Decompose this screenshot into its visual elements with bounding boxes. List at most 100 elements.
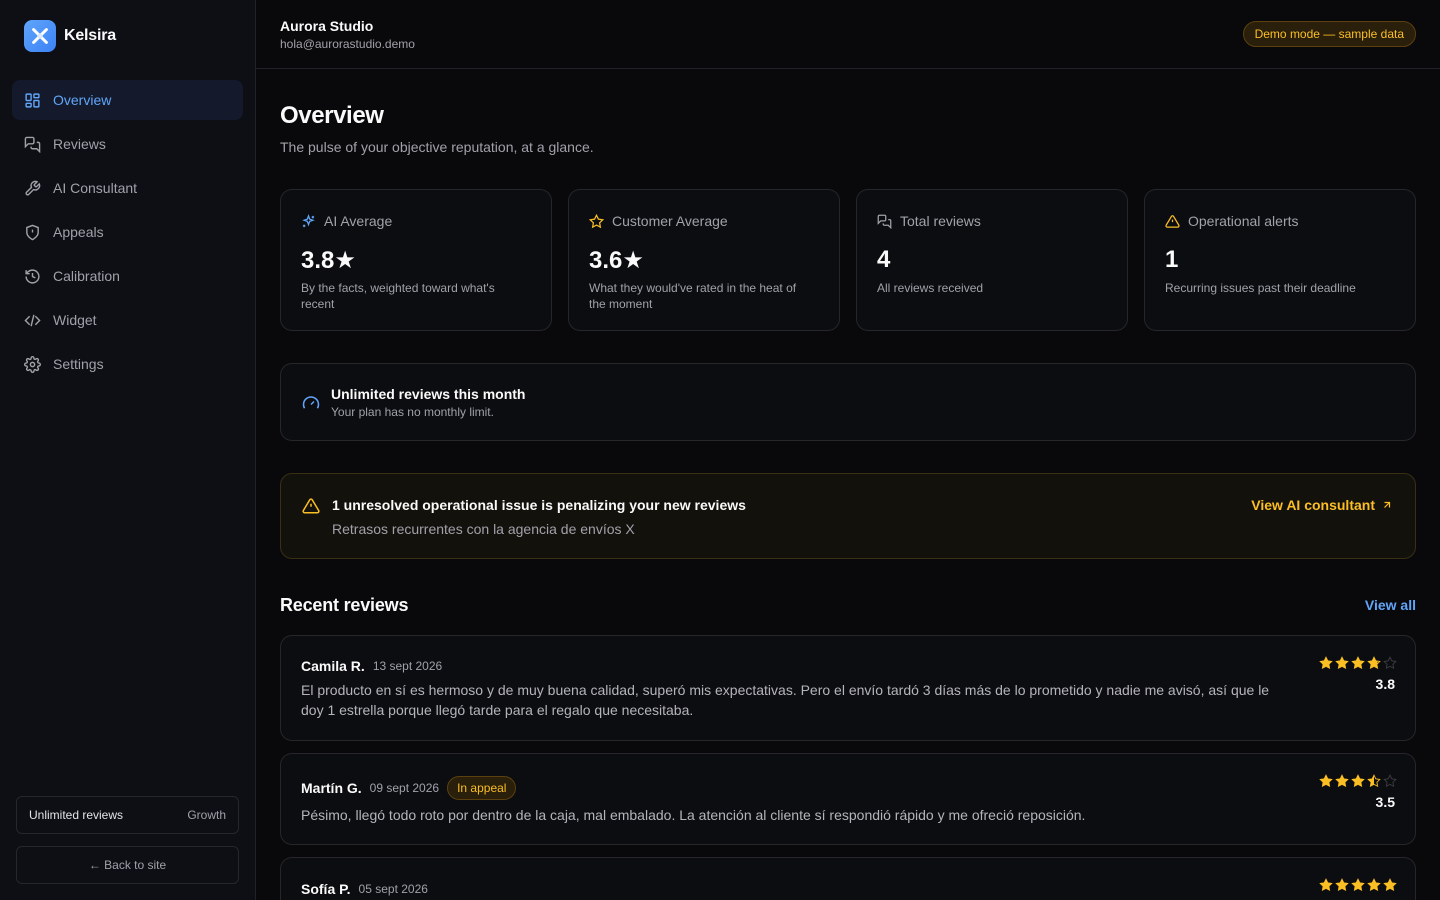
sidebar-item-label: Appeals [53,224,104,240]
review-date: 05 sept 2026 [358,882,428,896]
warning-icon [302,498,320,514]
brand[interactable]: Kelsira [24,20,116,52]
star-icon [1319,656,1333,670]
org-name: Aurora Studio [280,18,374,34]
star-icon [1351,878,1365,892]
stat-value: 4 [877,246,891,273]
stat-label: Total reviews [900,213,981,229]
review-card[interactable]: Sofía P. 05 sept 2026 [280,857,1416,900]
wrench-icon [25,180,41,196]
review-author: Sofía P. [301,881,351,897]
stat-description: By the facts, weighted toward what's rec… [301,281,495,311]
code-icon [24,314,41,326]
star-icon [1367,656,1381,670]
plan-tier: Growth [187,808,226,822]
review-text: El producto en sí es hermoso y de muy bu… [301,682,1270,718]
sidebar-item-calibration[interactable]: Calibration [12,256,243,296]
review-author: Martín G. [301,780,362,796]
top-header: Aurora Studio hola@aurorastudio.demo Dem… [256,0,1440,69]
stat-card-total-reviews: Total reviews 4 All reviews received [856,189,1128,331]
alert-link-label: View AI consultant [1251,497,1375,513]
review-card[interactable]: Martín G. 09 sept 2026 In appeal Pésimo,… [280,753,1416,845]
logo-icon [24,20,56,52]
stat-description: All reviews received [877,281,984,295]
page-subtitle: The pulse of your objective reputation, … [280,139,594,155]
arrow-up-right-icon [1384,501,1391,508]
gauge-icon [302,396,320,409]
review-card[interactable]: Camila R. 13 sept 2026 El producto en sí… [280,635,1416,741]
alert-detail: Retrasos recurrentes con la agencia de e… [332,521,635,537]
grid-icon [25,92,40,108]
plan-card-title: Unlimited reviews this month [331,386,526,402]
stat-label: AI Average [324,213,393,229]
sidebar-item-overview[interactable]: Overview [12,80,243,120]
review-stars [1319,656,1397,670]
plan-label: Unlimited reviews [29,808,124,822]
recent-reviews-title: Recent reviews [280,595,409,615]
history-icon [25,268,40,284]
sidebar-item-settings[interactable]: Settings [12,344,243,384]
stat-label: Customer Average [612,213,728,229]
sidebar-item-label: Widget [53,312,97,328]
review-score: 3.8 [1375,676,1395,692]
sidebar-item-label: Settings [53,356,104,372]
star-outline-icon [589,213,604,228]
star-icon [1383,774,1397,788]
sidebar-item-label: Reviews [53,136,106,152]
star-icon [1351,656,1365,670]
shield-icon [26,224,39,240]
alert-title: 1 unresolved operational issue is penali… [332,497,746,513]
stat-description: What they would've rated in the heat of … [589,281,797,311]
stat-value: 1 [1165,246,1179,273]
stat-card-ai-average: AI Average 3.8★ By the facts, weighted t… [280,189,552,331]
review-text: Pésimo, llegó todo roto por dentro de la… [301,807,1086,823]
operational-alert-banner: 1 unresolved operational issue is penali… [280,473,1416,559]
sidebar-item-appeals[interactable]: Appeals [12,212,243,252]
sidebar-nav: Overview Reviews AI Consultant Appeals C… [12,80,243,388]
stat-description: Recurring issues past their deadline [1165,281,1356,295]
gear-icon [24,355,41,373]
back-to-site-button[interactable]: ← Back to site [16,846,239,884]
star-icon [1383,656,1397,670]
star-icon [1319,878,1333,892]
plan-card-subtitle: Your plan has no monthly limit. [331,405,494,419]
messages-icon [877,214,892,229]
usage-plan-card: Unlimited reviews this month Your plan h… [280,363,1416,441]
demo-mode-badge: Demo mode — sample data [1242,21,1416,47]
page-title: Overview [280,102,384,129]
stat-value: 3.6★ [589,247,644,274]
view-ai-consultant-link[interactable]: View AI consultant [1251,497,1393,513]
org-email: hola@aurorastudio.demo [280,37,415,51]
stat-value: 3.8★ [301,247,356,274]
stat-card-operational-alerts: Operational alerts 1 Recurring issues pa… [1144,189,1416,331]
sidebar-item-ai-consultant[interactable]: AI Consultant [12,168,243,208]
review-date: 09 sept 2026 [369,781,440,795]
review-stars [1319,878,1397,892]
view-all-link[interactable]: View all [1365,597,1416,613]
review-stars [1319,774,1397,788]
star-icon [1367,774,1381,788]
sidebar-item-label: Calibration [53,268,120,284]
stat-label: Operational alerts [1188,213,1299,229]
messages-icon [24,136,41,153]
sidebar-item-label: Overview [53,92,112,108]
star-icon [1367,878,1381,892]
sidebar-item-widget[interactable]: Widget [12,300,243,340]
star-icon [1335,774,1349,788]
sidebar-item-reviews[interactable]: Reviews [12,124,243,164]
star-icon [1319,774,1333,788]
warning-icon [1165,214,1180,228]
plan-summary: Unlimited reviews Growth [16,796,239,834]
status-badge: In appeal [447,776,517,800]
star-icon [1335,656,1349,670]
star-icon [1351,774,1365,788]
review-author: Camila R. [301,658,365,674]
stat-card-customer-average: Customer Average 3.6★ What they would've… [568,189,840,331]
review-score: 3.5 [1375,794,1395,810]
star-icon [1383,878,1397,892]
star-icon [1335,878,1349,892]
sparkles-icon [302,213,315,227]
sidebar-item-label: AI Consultant [53,180,138,196]
sidebar: Kelsira Overview Reviews AI Consultant A… [0,0,256,900]
review-date: 13 sept 2026 [372,659,443,673]
